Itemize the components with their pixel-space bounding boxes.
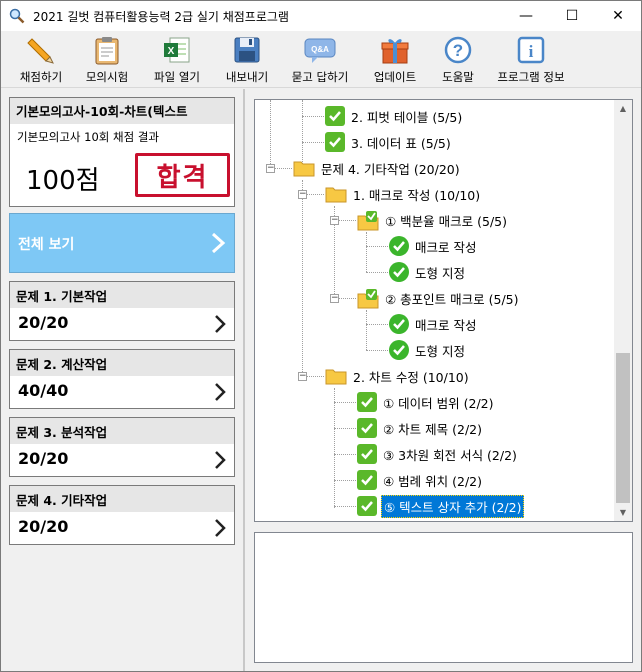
all-view-button[interactable]: 전체 보기: [9, 213, 235, 273]
help-button[interactable]: ? 도움말: [433, 34, 483, 86]
question-title: 문제 2. 계산작업: [10, 350, 234, 376]
svg-text:i: i: [529, 42, 534, 61]
check-square-icon: [357, 496, 377, 516]
collapse-toggle[interactable]: −: [298, 372, 307, 381]
check-square-icon: [357, 470, 377, 490]
pass-stamp: 합격: [135, 153, 230, 197]
question-score: 20/20: [18, 313, 69, 332]
question-icon: ?: [441, 34, 475, 66]
close-button[interactable]: ✕: [595, 1, 641, 31]
chevron-right-icon: [215, 451, 226, 469]
question-card-1[interactable]: 문제 1. 기본작업 20/20: [9, 281, 235, 341]
folder-check-icon: [357, 211, 379, 231]
tree-node[interactable]: ② 차트 제목 (2/2): [357, 416, 484, 440]
tree-node[interactable]: 2. 차트 수정 (10/10): [325, 364, 471, 388]
scroll-thumb[interactable]: [616, 353, 630, 503]
svg-text:Q&A: Q&A: [311, 45, 329, 54]
qa-button[interactable]: Q&A 묻고 답하기: [287, 34, 353, 86]
window-title: 2021 길벗 컴퓨터활용능력 2급 실기 채점프로그램: [33, 10, 289, 24]
toolbar: 채점하기 모의시험 X 파일 열기 내보내기 Q&A 묻고 답하기 업데이트 ?…: [1, 31, 641, 88]
qa-bubble-icon: Q&A: [303, 34, 337, 66]
tree-node[interactable]: ① 백분율 매크로 (5/5): [357, 208, 509, 232]
mock-exam-button[interactable]: 모의시험: [79, 34, 135, 86]
pane-splitter[interactable]: [243, 89, 245, 671]
tree-node[interactable]: 3. 데이터 표 (5/5): [325, 130, 453, 154]
tree-node[interactable]: 도형 지정: [389, 338, 467, 362]
svg-text:X: X: [168, 46, 175, 57]
minimize-button[interactable]: —: [503, 1, 549, 31]
tree-node[interactable]: ③ 3차원 회전 서식 (2/2): [357, 442, 519, 466]
chevron-right-icon: [215, 519, 226, 537]
check-square-icon: [357, 418, 377, 438]
question-score: 20/20: [18, 517, 69, 536]
pencil-icon: [24, 34, 58, 66]
tree-node[interactable]: ④ 범례 위치 (2/2): [357, 468, 484, 492]
maximize-button[interactable]: ☐: [549, 1, 595, 31]
folder-check-icon: [357, 289, 379, 309]
clipboard-icon: [90, 34, 124, 66]
info-icon: i: [514, 34, 548, 66]
app-window: 2021 길벗 컴퓨터활용능력 2급 실기 채점프로그램 — ☐ ✕ 채점하기: [0, 0, 642, 672]
chevron-right-icon: [211, 232, 226, 254]
check-circle-icon: [389, 236, 409, 256]
check-square-icon: [357, 392, 377, 412]
chevron-right-icon: [215, 315, 226, 333]
tree-node[interactable]: 매크로 작성: [389, 312, 478, 336]
excel-file-icon: X: [160, 34, 194, 66]
tree-node-selected[interactable]: ⑤ 텍스트 상자 추가 (2/2): [357, 494, 525, 518]
update-button[interactable]: 업데이트: [367, 34, 423, 86]
question-card-3[interactable]: 문제 3. 분석작업 20/20: [9, 417, 235, 477]
open-file-button[interactable]: X 파일 열기: [147, 34, 207, 86]
title-bar: 2021 길벗 컴퓨터활용능력 2급 실기 채점프로그램 — ☐ ✕: [1, 1, 641, 31]
left-panel: 기본모의고사-10회-차트(텍스트 기본모의고사 10회 채점 결과 100점 …: [1, 89, 243, 671]
svg-text:?: ?: [453, 41, 463, 60]
chevron-right-icon: [215, 383, 226, 401]
tree-node[interactable]: 문제 4. 기타작업 (20/20): [293, 156, 462, 180]
scroll-down-icon[interactable]: ▼: [614, 504, 632, 521]
folder-icon: [325, 185, 347, 203]
program-info-button[interactable]: i 프로그램 정보: [491, 34, 571, 86]
check-square-icon: [357, 444, 377, 464]
exam-title: 기본모의고사-10회-차트(텍스트: [10, 98, 234, 124]
result-subtitle: 기본모의고사 10회 채점 결과: [17, 130, 159, 144]
grading-tree[interactable]: − − − − − 2. 피벗 테이블 (5/5) 3. 데이터 표 (5/5)…: [254, 99, 633, 522]
tree-node[interactable]: 매크로 작성: [389, 234, 478, 258]
tree-node[interactable]: 2. 피벗 테이블 (5/5): [325, 104, 464, 128]
gift-box-icon: [378, 34, 412, 66]
check-circle-icon: [389, 314, 409, 334]
question-card-4[interactable]: 문제 4. 기타작업 20/20: [9, 485, 235, 545]
tree-node[interactable]: 도형 지정: [389, 260, 467, 284]
tree-node[interactable]: 1. 매크로 작성 (10/10): [325, 182, 482, 206]
question-title: 문제 4. 기타작업: [10, 486, 234, 512]
tree-scrollbar[interactable]: ▲ ▼: [614, 100, 632, 521]
check-square-icon: [325, 106, 345, 126]
tree-node[interactable]: ① 데이터 범위 (2/2): [357, 390, 496, 414]
check-circle-icon: [389, 262, 409, 282]
export-button[interactable]: 내보내기: [219, 34, 275, 86]
collapse-toggle[interactable]: −: [298, 190, 307, 199]
result-summary: 기본모의고사-10회-차트(텍스트 기본모의고사 10회 채점 결과 100점 …: [9, 97, 235, 207]
question-title: 문제 3. 분석작업: [10, 418, 234, 444]
detail-pane[interactable]: [254, 532, 633, 663]
folder-icon: [325, 367, 347, 385]
folder-icon: [293, 159, 315, 177]
grade-button[interactable]: 채점하기: [13, 34, 69, 86]
question-score: 40/40: [18, 381, 69, 400]
collapse-toggle[interactable]: −: [330, 294, 339, 303]
question-title: 문제 1. 기본작업: [10, 282, 234, 308]
floppy-disk-icon: [230, 34, 264, 66]
question-card-2[interactable]: 문제 2. 계산작업 40/40: [9, 349, 235, 409]
all-view-label: 전체 보기: [18, 237, 75, 253]
app-magnifier-icon: [9, 8, 25, 24]
check-square-icon: [325, 132, 345, 152]
check-circle-icon: [389, 340, 409, 360]
scroll-up-icon[interactable]: ▲: [614, 100, 632, 117]
collapse-toggle[interactable]: −: [266, 164, 275, 173]
collapse-toggle[interactable]: −: [330, 216, 339, 225]
total-score: 100점: [26, 166, 100, 196]
question-score: 20/20: [18, 449, 69, 468]
tree-node[interactable]: ② 총포인트 매크로 (5/5): [357, 286, 521, 310]
